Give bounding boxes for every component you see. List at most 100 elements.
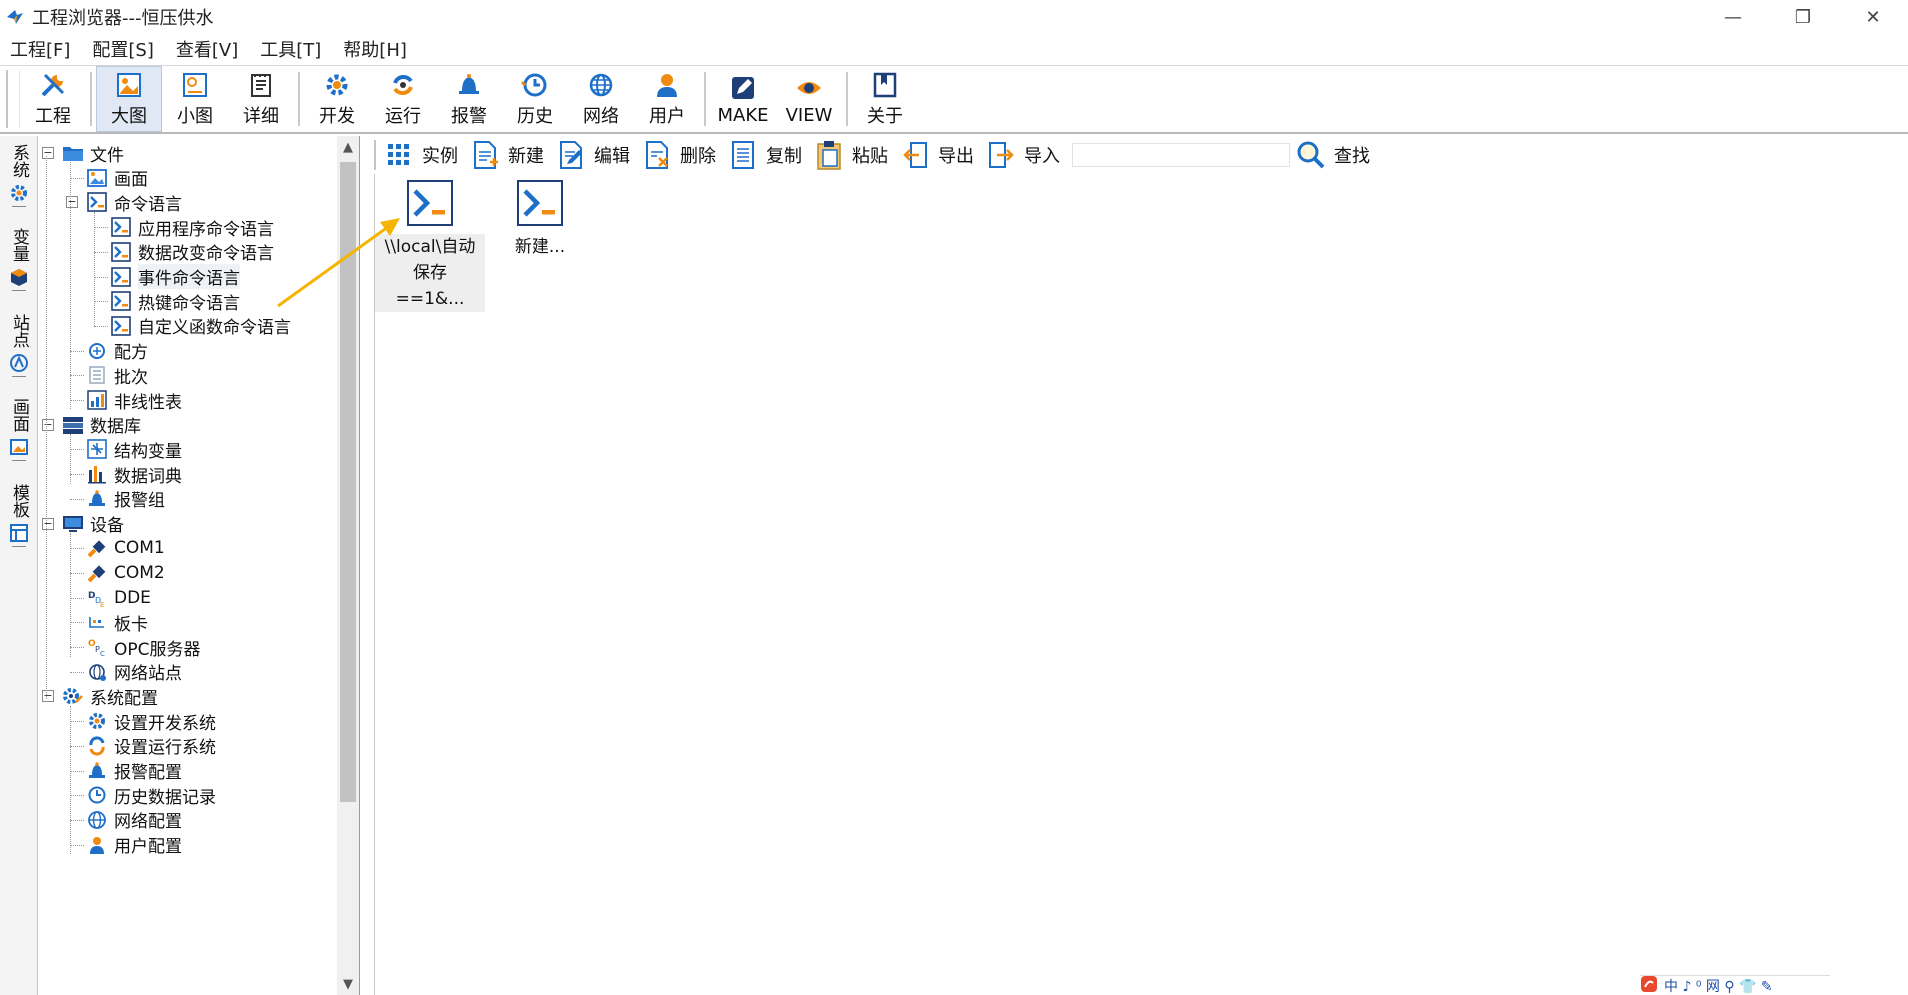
content-toolbar: 实例 新建 编辑 删除 复制 粘贴 导出 导入 查找 bbox=[374, 136, 1908, 174]
side-tab-screens[interactable]: 画面 bbox=[6, 398, 32, 461]
export-arrow-icon bbox=[900, 139, 930, 171]
toolbar-about-button[interactable]: 关于 bbox=[852, 66, 918, 132]
tree-connector bbox=[70, 622, 84, 624]
copy-button[interactable]: 复制 bbox=[728, 139, 802, 171]
minimize-button[interactable]: — bbox=[1698, 0, 1768, 34]
side-tab-templates[interactable]: 模板 bbox=[6, 484, 32, 547]
tree-connector bbox=[70, 162, 71, 409]
toolbar-user-button[interactable]: 用户 bbox=[634, 66, 700, 132]
toolbar-small-icons-button[interactable]: 小图 bbox=[162, 66, 228, 132]
content-toolbar-grip[interactable] bbox=[374, 140, 378, 170]
tree-connector bbox=[70, 671, 84, 673]
network-site-icon bbox=[86, 661, 108, 683]
data-dictionary-icon bbox=[86, 463, 108, 485]
alarm-bell-icon bbox=[86, 488, 108, 510]
tree-connector bbox=[70, 819, 84, 821]
side-tab-divider bbox=[12, 376, 26, 377]
new-doc-icon bbox=[470, 139, 500, 171]
make-edit-icon bbox=[728, 73, 758, 103]
alarm-bell-icon bbox=[86, 760, 108, 782]
tree-item-label: 自定义函数命令语言 bbox=[138, 318, 291, 339]
tree-connector bbox=[70, 844, 84, 846]
tree-item-label: COM2 bbox=[114, 562, 165, 583]
import-button[interactable]: 导入 bbox=[986, 139, 1060, 171]
tree-expander-icon[interactable]: − bbox=[42, 690, 54, 703]
menu-config[interactable]: 配置[S] bbox=[92, 36, 153, 62]
search-icon bbox=[1296, 139, 1326, 171]
new-button[interactable]: 新建 bbox=[470, 139, 544, 171]
paste-icon bbox=[814, 139, 844, 171]
menu-project[interactable]: 工程[F] bbox=[10, 36, 70, 62]
toolbar-details-button[interactable]: 详细 bbox=[228, 66, 294, 132]
command-file-item[interactable]: 新建... bbox=[485, 178, 595, 260]
instance-button[interactable]: 实例 bbox=[384, 139, 458, 171]
tree-connector bbox=[70, 795, 84, 797]
develop-gear-icon bbox=[322, 70, 352, 100]
toolbar-network-button[interactable]: 网络 bbox=[568, 66, 634, 132]
toolbar-history-button[interactable]: 历史 bbox=[502, 66, 568, 132]
recipe-icon bbox=[86, 340, 108, 362]
tree-expander-icon[interactable]: − bbox=[42, 517, 54, 530]
tree-connector bbox=[70, 533, 71, 657]
dde-icon: DDE bbox=[86, 587, 108, 609]
edit-button[interactable]: 编辑 bbox=[556, 139, 630, 171]
tree-expander-icon[interactable]: − bbox=[42, 147, 54, 159]
delete-button[interactable]: 删除 bbox=[642, 139, 716, 171]
menu-view[interactable]: 查看[V] bbox=[176, 36, 238, 62]
side-tab-stations-label: 站点 bbox=[9, 314, 29, 348]
toolbar-large-icons-button[interactable]: 大图 bbox=[96, 66, 162, 132]
tree-connector bbox=[94, 251, 108, 253]
tree-connector bbox=[46, 156, 47, 700]
command-icon bbox=[86, 191, 108, 213]
delete-doc-icon bbox=[642, 139, 672, 171]
large-icons-icon bbox=[114, 70, 144, 100]
restore-button[interactable]: ❐ bbox=[1768, 0, 1838, 34]
toolbar-separator bbox=[846, 72, 848, 126]
scroll-down-icon[interactable]: ▼ bbox=[337, 973, 359, 995]
paste-button[interactable]: 粘贴 bbox=[814, 139, 888, 171]
ime-tray[interactable]: 中 ♪ ⁰ 网 ⚲ 👕 ✎ bbox=[1640, 975, 1830, 995]
toolbar-make-button[interactable]: MAKE bbox=[710, 66, 776, 132]
scroll-up-icon[interactable]: ▲ bbox=[337, 136, 359, 158]
tree-connector bbox=[70, 745, 84, 747]
user-icon bbox=[86, 834, 108, 856]
toolbar-grip[interactable] bbox=[6, 70, 20, 128]
tree-connector bbox=[70, 350, 84, 352]
tree-item[interactable]: 用户配置 bbox=[86, 830, 182, 860]
export-button[interactable]: 导出 bbox=[900, 139, 974, 171]
toolbar-develop-button[interactable]: 开发 bbox=[304, 66, 370, 132]
menu-tools[interactable]: 工具[T] bbox=[260, 36, 321, 62]
template-icon bbox=[8, 522, 30, 544]
search-input[interactable] bbox=[1072, 143, 1290, 167]
tree-connector bbox=[70, 572, 84, 574]
folder-icon bbox=[62, 142, 84, 164]
find-button[interactable]: 查找 bbox=[1296, 139, 1370, 171]
toolbar-alarm-button[interactable]: 报警 bbox=[436, 66, 502, 132]
batch-icon bbox=[86, 364, 108, 386]
toolbar-history-label: 历史 bbox=[517, 106, 553, 127]
history-clock-icon bbox=[86, 784, 108, 806]
tree-expander-icon[interactable]: − bbox=[66, 196, 78, 209]
paste-button-label: 粘贴 bbox=[852, 146, 888, 167]
tree-connector bbox=[70, 647, 84, 648]
side-tab-system[interactable]: 系统 bbox=[6, 144, 32, 207]
develop-gear-icon bbox=[86, 710, 108, 732]
instance-grid-icon bbox=[384, 139, 414, 171]
copy-doc-icon bbox=[728, 139, 758, 171]
copy-button-label: 复制 bbox=[766, 146, 802, 167]
toolbar-view-label: VIEW bbox=[785, 104, 833, 126]
menu-bar: 工程[F] 配置[S] 查看[V] 工具[T] 帮助[H] bbox=[0, 34, 1908, 64]
side-tab-stations[interactable]: 站点 bbox=[6, 314, 32, 377]
command-icon bbox=[110, 315, 132, 337]
side-tab-system-label: 系统 bbox=[9, 144, 29, 178]
toolbar-view-button[interactable]: VIEW bbox=[776, 66, 842, 132]
side-tab-variables[interactable]: 变量 bbox=[6, 228, 32, 291]
toolbar-project-button[interactable]: 工程 bbox=[20, 66, 86, 132]
toolbar-run-button[interactable]: 运行 bbox=[370, 66, 436, 132]
menu-help[interactable]: 帮助[H] bbox=[343, 36, 407, 62]
side-tab-strip: 系统 变量 站点 画面 模板 bbox=[0, 136, 38, 995]
close-button[interactable]: ✕ bbox=[1838, 0, 1908, 34]
station-icon bbox=[8, 352, 30, 374]
command-icon bbox=[110, 290, 132, 312]
tree-expander-icon[interactable]: − bbox=[42, 418, 54, 431]
